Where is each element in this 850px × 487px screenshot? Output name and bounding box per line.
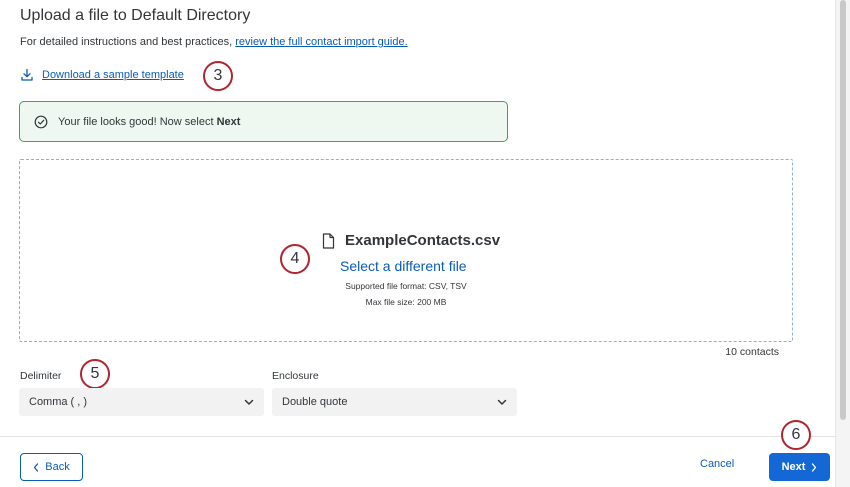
delimiter-value: Comma ( , ) [29,396,88,408]
file-dropzone[interactable] [19,159,793,342]
import-guide-link[interactable]: review the full contact import guide. [235,36,407,48]
enclosure-select[interactable]: Double quote [272,388,517,416]
chevron-left-icon [33,462,39,472]
back-button[interactable]: Back [20,453,83,481]
success-banner: Your file looks good! Now select Next [19,101,508,142]
callout-marker-5: 5 [80,359,110,389]
download-template-row[interactable]: Download a sample template [20,66,184,84]
file-name: ExampleContacts.csv [345,232,501,249]
page-title: Upload a file to Default Directory [20,7,251,24]
uploaded-file: ExampleContacts.csv [322,232,500,249]
enclosure-label: Enclosure [272,370,319,382]
download-template-link[interactable]: Download a sample template [42,69,184,81]
chevron-down-icon [497,399,507,406]
callout-marker-4: 4 [280,244,310,274]
max-file-size: Max file size: 200 MB [365,297,447,307]
download-icon [20,68,34,82]
subtitle-text: For detailed instructions and best pract… [20,36,236,48]
contact-count: 10 contacts [725,346,779,358]
supported-formats: Supported file format: CSV, TSV [345,281,467,291]
scrollbar-thumb[interactable] [840,0,846,420]
next-button[interactable]: Next [769,453,830,481]
callout-marker-6: 6 [781,420,811,450]
subtitle: For detailed instructions and best pract… [20,36,408,48]
upload-dialog: Upload a file to Default Directory For d… [0,0,836,487]
callout-marker-3: 3 [203,61,233,91]
success-message: Your file looks good! Now select Next [58,115,241,128]
enclosure-value: Double quote [282,396,348,408]
next-label: Next [781,461,806,473]
chevron-down-icon [244,399,254,406]
footer-divider [0,436,836,437]
check-circle-icon [34,115,48,129]
back-label: Back [45,461,70,473]
delimiter-label: Delimiter [20,370,62,382]
chevron-right-icon [811,462,817,472]
success-message-next: Next [216,115,241,128]
select-different-file-link[interactable]: Select a different file [340,258,467,274]
file-icon [322,232,335,249]
cancel-button[interactable]: Cancel [700,458,734,470]
delimiter-select[interactable]: Comma ( , ) [19,388,264,416]
vertical-scrollbar[interactable] [835,0,850,487]
